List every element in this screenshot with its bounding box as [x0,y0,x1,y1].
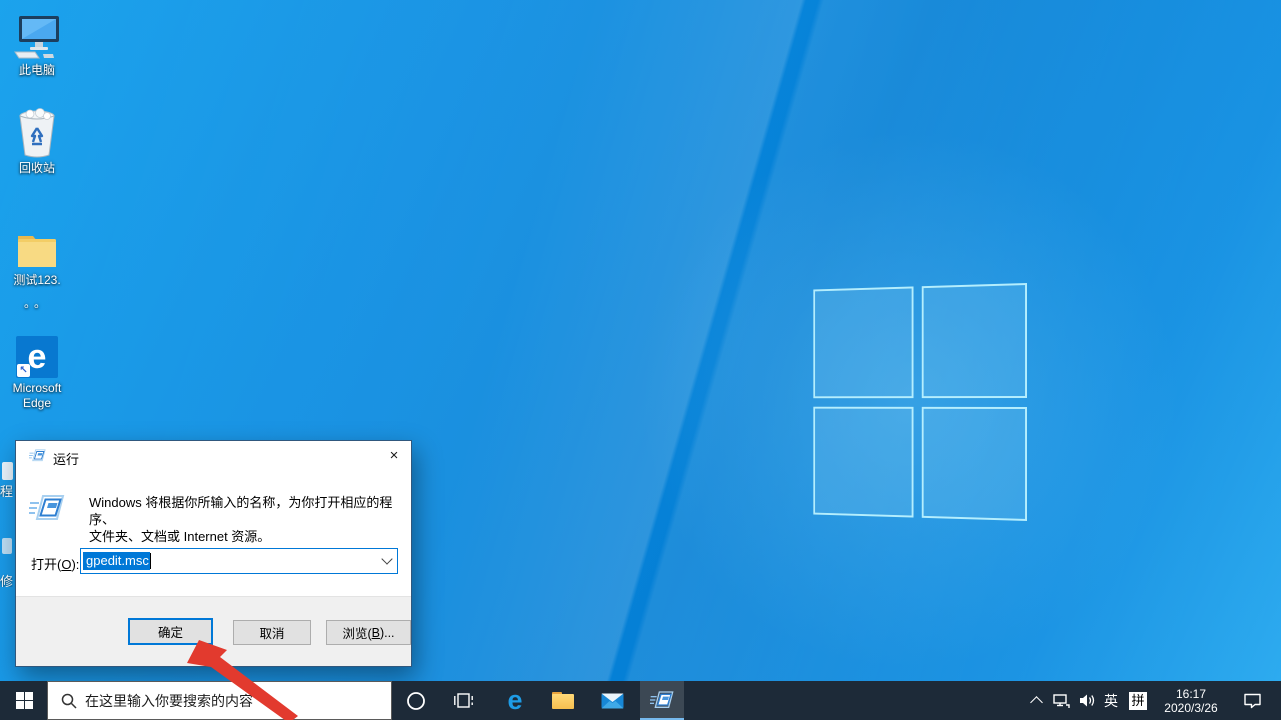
hidden-icon-label-fragment: 修 [0,571,13,587]
start-button[interactable] [0,681,48,720]
tray-ime-mode[interactable]: 拼 [1124,681,1152,720]
hidden-icon-label-fragment: 程 [0,481,13,497]
chevron-up-icon [1030,696,1043,709]
tray-ime-language[interactable]: 英 [1098,681,1124,720]
tray-show-hidden-icons[interactable] [1024,681,1048,720]
close-icon[interactable]: × [377,441,411,470]
clock-time: 16:17 [1176,687,1206,701]
file-explorer-icon [552,692,574,709]
input-selected-text[interactable]: gpedit.msc [83,552,150,570]
desktop-icon-label: Microsoft [0,381,74,396]
desktop-icon-edge[interactable]: e ↖ Microsoft Edge [0,330,74,411]
hidden-icon-fragment [2,462,13,480]
cortana-button[interactable] [398,681,434,720]
combo-dropdown-button[interactable] [377,559,397,563]
windows-logo-pane-2 [921,283,1027,398]
desktop-icon-label-line2: 。。 [0,296,74,311]
taskbar-run-button-active[interactable] [640,681,684,720]
windows-logo [813,283,1027,521]
run-dialog-title: 运行 [53,449,79,468]
task-view-button[interactable] [442,681,484,720]
this-pc-icon [0,12,74,60]
speaker-icon [1079,693,1096,708]
description-line1: Windows 将根据你所输入的名称，为你打开相应的程序、 [89,494,399,528]
search-placeholder-text: 在这里输入你要搜索的内容 [85,691,253,711]
taskbar-explorer-button[interactable] [542,681,584,720]
open-label: 打开(O): [31,554,79,573]
text-caret [150,553,151,569]
description-line2: 文件夹、文档或 Internet 资源。 [89,528,399,545]
run-dialog-titlebar[interactable]: 运行 × [16,441,411,471]
tray-clock[interactable]: 16:17 2020/3/26 [1155,681,1227,720]
chevron-down-icon [381,553,392,564]
recycle-bin-icon [0,110,74,158]
edge-letter: e [28,340,47,374]
run-app-icon [29,448,46,463]
run-dialog-icon [29,493,65,523]
tray-volume-button[interactable] [1074,681,1100,720]
cancel-button[interactable]: 取消 [233,620,311,645]
mail-icon [601,692,624,710]
run-command-input[interactable]: gpedit.msc [80,548,398,574]
tray-network-button[interactable] [1048,681,1074,720]
desktop-icon-label-line2: Edge [0,396,74,411]
search-icon [61,693,77,709]
shortcut-arrow-icon: ↖ [17,364,30,377]
taskbar-search-box[interactable]: 在这里输入你要搜索的内容 [47,681,392,720]
run-dialog-footer: 确定 取消 浏览(B)... [16,596,411,666]
browse-button[interactable]: 浏览(B)... [326,620,411,645]
folder-icon [0,222,74,270]
windows-logo-pane-4 [921,406,1027,521]
desktop-icon-label: 此电脑 [0,63,74,78]
ime-language-text: 英 [1104,691,1118,711]
clock-date: 2020/3/26 [1164,701,1217,715]
desktop-icon-this-pc[interactable]: 此电脑 [0,12,74,78]
desktop-icon-test-folder[interactable]: 测试123. 。。 [0,222,74,311]
desktop-icon-recycle-bin[interactable]: 回收站 [0,110,74,176]
network-icon [1053,693,1070,709]
edge-icon: e [507,685,522,716]
hidden-icon-fragment [2,538,12,554]
ime-mode-badge: 拼 [1129,692,1147,710]
run-dialog-description: Windows 将根据你所输入的名称，为你打开相应的程序、 文件夹、文档或 In… [89,494,399,545]
windows-start-icon [16,692,33,709]
windows-logo-pane-1 [813,286,913,397]
taskbar: 在这里输入你要搜索的内容 e [0,681,1281,720]
run-dialog: 运行 × Windows 将根据你所输入的名称，为你打开相应的程序、 文件夹、文… [15,440,412,667]
screen: 此电脑 回收站 测试123. 。。 [0,0,1281,720]
task-view-icon [454,691,473,710]
desktop-icon-label: 回收站 [0,161,74,176]
action-center-icon [1243,692,1262,709]
run-app-icon [650,690,674,710]
action-center-button[interactable] [1234,681,1270,720]
desktop-icon-label: 测试123. [0,273,74,288]
windows-logo-pane-3 [813,406,913,517]
taskbar-mail-button[interactable] [590,681,634,720]
edge-icon: e ↖ [0,330,74,378]
taskbar-edge-button[interactable]: e [494,681,536,720]
cortana-icon [406,691,426,711]
ok-button[interactable]: 确定 [128,618,213,645]
